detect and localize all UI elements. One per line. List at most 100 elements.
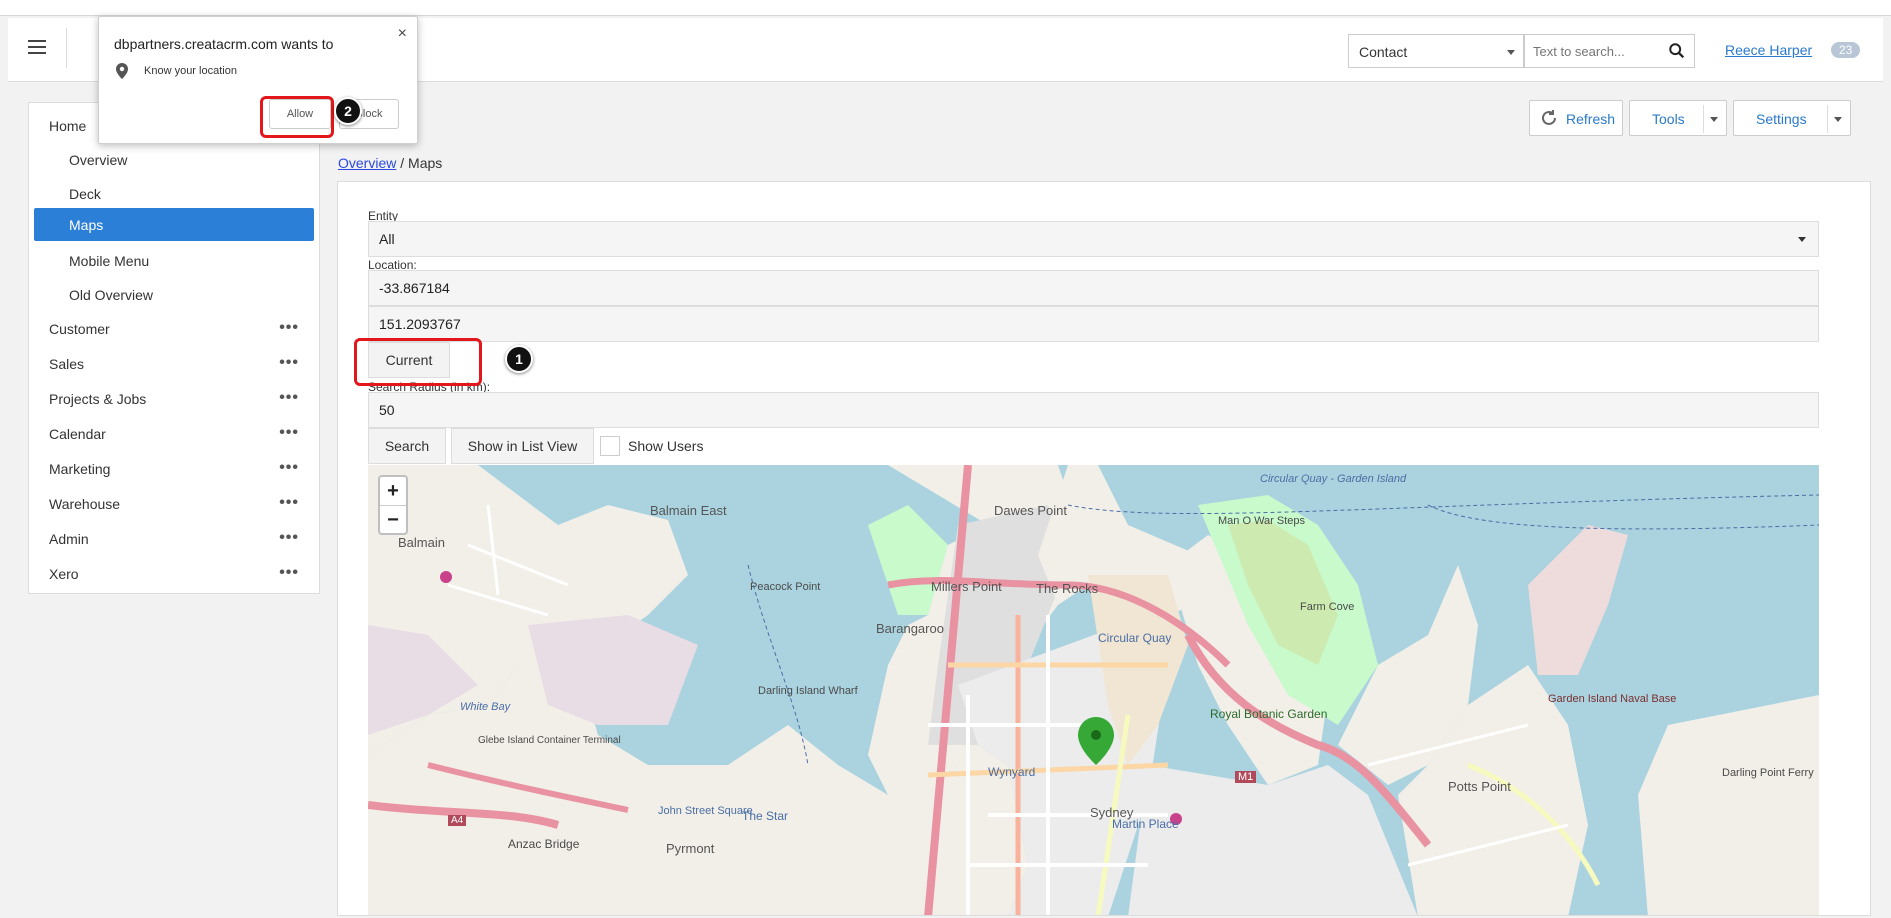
sidebar-item-maps[interactable]: Maps (34, 208, 314, 241)
map-label: Millers Point (931, 579, 1002, 594)
zoom-out-button[interactable]: − (380, 505, 406, 533)
sidebar-item-warehouse[interactable]: Warehouse ••• (29, 487, 319, 520)
sidebar-item-label: Customer (49, 321, 110, 337)
more-icon[interactable]: ••• (279, 389, 299, 407)
map-view[interactable]: + − Balmain Balmain East Dawes Point Mil… (368, 465, 1819, 915)
more-icon[interactable]: ••• (279, 319, 299, 337)
breadcrumb-current: Maps (408, 155, 443, 171)
chevron-down-icon (1710, 117, 1718, 122)
notification-badge[interactable]: 23 (1831, 42, 1861, 58)
maps-panel: Entity All Location: -33.867184 151.2093… (337, 181, 1871, 916)
entity-type-value: Contact (1359, 44, 1408, 60)
search-input[interactable] (1525, 35, 1663, 67)
sidebar-item-label: Admin (49, 531, 89, 547)
longitude-value: 151.2093767 (379, 316, 461, 332)
show-users-label: Show Users (628, 438, 704, 454)
tools-button[interactable]: Tools (1629, 100, 1727, 136)
refresh-button[interactable]: Refresh (1529, 100, 1623, 136)
map-label: Royal Botanic Garden (1210, 707, 1328, 721)
close-icon[interactable]: × (398, 25, 407, 43)
more-icon[interactable]: ••• (279, 529, 299, 547)
sidebar-item-label: Maps (69, 217, 104, 233)
latitude-value: -33.867184 (379, 280, 450, 296)
map-label: Dawes Point (994, 503, 1067, 518)
map-label: Farm Cove (1300, 601, 1355, 613)
sidebar-item-xero[interactable]: Xero ••• (29, 557, 319, 590)
popup-title: dbpartners.creatacrm.com wants to (114, 36, 334, 52)
map-label: M1 (1235, 771, 1257, 783)
sidebar-item-sales[interactable]: Sales ••• (29, 347, 319, 380)
map-label: Glebe Island Container Terminal (478, 735, 621, 746)
map-label: Potts Point (1448, 779, 1511, 794)
more-icon[interactable]: ••• (279, 564, 299, 582)
sidebar-item-label: Deck (69, 186, 101, 202)
search-icon[interactable] (1668, 42, 1686, 60)
step-2-marker: 2 (334, 97, 362, 125)
refresh-icon (1542, 110, 1556, 125)
map-label: Circular Quay (1098, 631, 1172, 645)
button-divider (1827, 105, 1828, 133)
chevron-down-icon (1798, 237, 1806, 242)
sidebar-item-label: Warehouse (49, 496, 121, 512)
chevron-down-icon (1834, 117, 1842, 122)
map-label: Peacock Point (750, 581, 821, 593)
settings-button[interactable]: Settings (1733, 100, 1851, 136)
step-1-marker: 1 (505, 345, 533, 373)
header-divider (66, 28, 67, 68)
global-search (1524, 34, 1695, 68)
user-name-link[interactable]: Reece Harper (1725, 42, 1812, 58)
sidebar-item-label: Home (49, 118, 87, 134)
breadcrumb-separator: / (396, 155, 409, 171)
sidebar-item-overview[interactable]: Overview (29, 143, 319, 176)
map-label: The Rocks (1036, 581, 1099, 596)
zoom-in-button[interactable]: + (380, 477, 406, 505)
more-icon[interactable]: ••• (279, 494, 299, 512)
entity-type-select[interactable]: Contact (1348, 34, 1524, 68)
map-label: Man O War Steps (1218, 515, 1306, 527)
sidebar-item-customer[interactable]: Customer ••• (29, 312, 319, 345)
sidebar-item-marketing[interactable]: Marketing ••• (29, 452, 319, 485)
search-button[interactable]: Search (368, 428, 446, 464)
map-label: Circular Quay - Garden Island (1260, 473, 1407, 485)
map-zoom-control: + − (378, 475, 408, 535)
entity-filter-select[interactable]: All (368, 221, 1819, 257)
breadcrumb-overview-link[interactable]: Overview (338, 155, 396, 171)
sidebar-item-deck[interactable]: Deck (29, 177, 319, 210)
sidebar-item-projects-jobs[interactable]: Projects & Jobs ••• (29, 382, 319, 415)
sidebar-item-label: Sales (49, 356, 85, 372)
longitude-field[interactable]: 151.2093767 (368, 306, 1819, 342)
hamburger-menu-icon[interactable] (28, 40, 46, 54)
map-label: Wynyard (988, 765, 1036, 779)
show-users-checkbox[interactable] (600, 436, 620, 456)
map-label: Balmain East (650, 503, 727, 518)
radius-field[interactable]: 50 (368, 392, 1819, 428)
more-icon[interactable]: ••• (279, 354, 299, 372)
highlight-allow-box (260, 96, 334, 138)
sidebar-item-label: Overview (69, 152, 128, 168)
sidebar-item-admin[interactable]: Admin ••• (29, 522, 319, 555)
latitude-field[interactable]: -33.867184 (368, 270, 1819, 306)
map-label: Balmain (398, 535, 445, 550)
breadcrumb: Overview / Maps (338, 155, 442, 171)
more-icon[interactable]: ••• (279, 459, 299, 477)
button-divider (1703, 105, 1704, 133)
map-label: Martin Place (1112, 817, 1179, 831)
list-view-button[interactable]: Show in List View (451, 428, 594, 464)
map-label: Anzac Bridge (508, 837, 580, 851)
location-permission-dialog: dbpartners.creatacrm.com wants to × Know… (98, 16, 418, 144)
map-label: Darling Point Ferry (1722, 767, 1814, 779)
sidebar-item-calendar[interactable]: Calendar ••• (29, 417, 319, 450)
map-label: John Street Square (658, 805, 753, 817)
sidebar-item-label: Old Overview (69, 287, 154, 303)
sidebar-item-label: Mobile Menu (69, 253, 150, 269)
sidebar-item-label: Calendar (49, 426, 106, 442)
more-icon[interactable]: ••• (279, 424, 299, 442)
radius-value: 50 (379, 402, 395, 418)
sidebar-item-old-overview[interactable]: Old Overview (29, 278, 319, 311)
map-label: White Bay (460, 701, 511, 713)
chevron-down-icon (1507, 50, 1515, 55)
entity-filter-value: All (379, 231, 395, 247)
sidebar-item-mobile-menu[interactable]: Mobile Menu (29, 244, 319, 277)
map-label: Pyrmont (666, 841, 715, 856)
sidebar-item-label: Marketing (49, 461, 111, 477)
